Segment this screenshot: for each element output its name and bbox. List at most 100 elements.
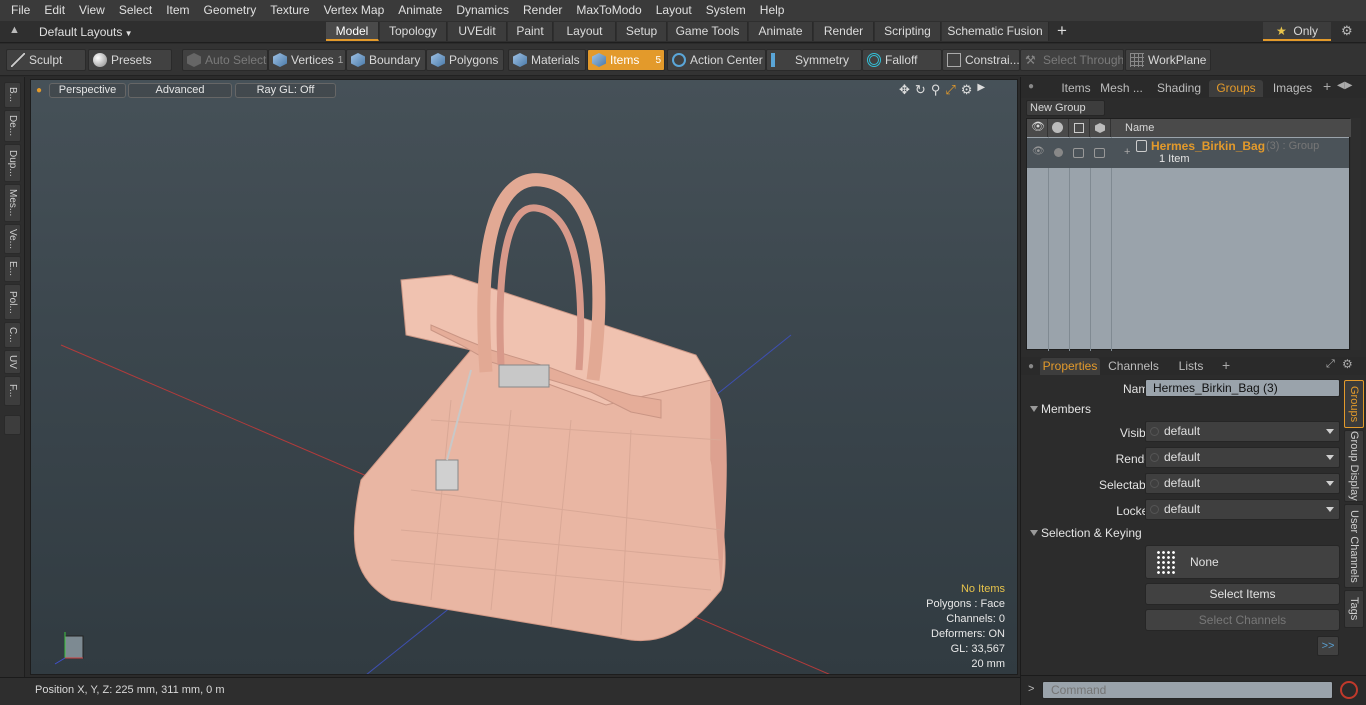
tab-setup[interactable]: Setup [617,22,667,41]
members-section[interactable]: Members [1027,401,1342,418]
group-row[interactable]: 👁 + Hermes_Birkin_Bag (3) : Group 1 Item [1027,138,1349,168]
menu-layout[interactable]: Layout [649,0,699,21]
bag-model[interactable] [353,173,727,642]
tab-shading[interactable]: Shading [1151,80,1207,97]
render-select[interactable]: default [1145,447,1340,468]
select-through-button[interactable]: ⚒ Select Through [1020,49,1124,71]
tab-game-tools[interactable]: Game Tools [668,22,748,41]
tab-images[interactable]: Images [1265,80,1320,97]
expand-icon[interactable]: + [1124,146,1130,158]
side-tab-user-channels[interactable]: User Channels [1344,504,1364,588]
tab-lists[interactable]: Lists [1166,358,1216,375]
row-eye-icon[interactable]: 👁 [1032,146,1045,157]
visible-select[interactable]: default [1145,421,1340,442]
tab-render[interactable]: Render [814,22,874,41]
command-input[interactable] [1042,681,1333,699]
col-visible[interactable]: 👁 [1027,119,1048,137]
menu-animate[interactable]: Animate [391,0,449,21]
rotate-view-icon[interactable]: ↻ [915,82,926,98]
presets-button[interactable]: Presets [88,49,172,71]
menu-help[interactable]: Help [753,0,792,21]
menu-vertex-map[interactable]: Vertex Map [317,0,392,21]
select-items-button[interactable]: Select Items [1145,583,1340,605]
side-tab-group-display[interactable]: Group Display [1344,430,1364,502]
materials-button[interactable]: Materials [508,49,586,71]
tab-properties[interactable]: Properties [1040,358,1100,375]
tab-uvedit[interactable]: UVEdit [448,22,507,41]
left-tab-basic[interactable]: B... [4,82,21,108]
menu-texture[interactable]: Texture [263,0,316,21]
workplane-button[interactable]: WorkPlane [1125,49,1211,71]
only-toggle[interactable]: ★ Only [1263,22,1331,41]
layout-up-icon[interactable]: ▲ [9,24,20,36]
row-select-icon[interactable] [1094,148,1105,158]
menu-select[interactable]: Select [112,0,159,21]
record-icon[interactable] [1340,681,1358,699]
symmetry-button[interactable]: Symmetry [766,49,862,71]
tab-channels[interactable]: Channels [1106,358,1161,375]
scene-svg[interactable] [31,80,1018,675]
new-group-button[interactable]: New Group [1026,100,1105,116]
polygons-button[interactable]: Polygons [426,49,504,71]
props-menu-icon[interactable]: ● [1028,361,1034,372]
fit-view-icon[interactable]: ⤢ [945,82,955,98]
row-render-icon[interactable] [1054,148,1063,157]
sculpt-button[interactable]: Sculpt [6,49,86,71]
zoom-view-icon[interactable]: ⚲ [931,82,941,98]
auto-select-button[interactable]: Auto Select [182,49,268,71]
tab-scripting[interactable]: Scripting [875,22,941,41]
col-lock[interactable] [1069,119,1090,137]
menu-geometry[interactable]: Geometry [197,0,264,21]
add-props-tab-icon[interactable]: + [1222,357,1230,373]
side-tab-tags[interactable]: Tags [1344,590,1364,628]
advanced-dropdown[interactable]: Advanced [128,83,232,98]
raygl-dropdown[interactable]: Ray GL: Off [235,83,336,98]
tab-mesh[interactable]: Mesh ... [1093,80,1150,97]
viewport-expand-icon[interactable]: ▶ [977,82,985,98]
none-keying-button[interactable]: None [1145,545,1340,579]
boundary-button[interactable]: Boundary [346,49,426,71]
col-render[interactable] [1048,119,1069,137]
left-tab-deform[interactable]: De... [4,110,21,142]
col-name[interactable]: Name [1111,119,1351,137]
more-button[interactable]: >> [1317,636,1339,656]
props-gear-icon[interactable]: ⚙ [1342,357,1353,371]
move-view-icon[interactable]: ✥ [899,82,910,98]
viewport-settings-icon[interactable]: ⚙ [961,82,973,98]
tab-schematic-fusion[interactable]: Schematic Fusion [942,22,1049,41]
tab-groups[interactable]: Groups [1209,80,1263,97]
menu-system[interactable]: System [699,0,753,21]
left-tab-extra[interactable] [4,415,21,435]
menu-edit[interactable]: Edit [37,0,72,21]
add-tab-icon[interactable]: + [1323,78,1331,94]
select-channels-button[interactable]: Select Channels [1145,609,1340,631]
side-tab-groups[interactable]: Groups [1344,380,1364,428]
left-tab-duplicate[interactable]: Dup... [4,144,21,182]
panel-scroll-icon[interactable]: ◀▶ [1337,80,1352,91]
left-tab-fusion[interactable]: F... [4,376,21,406]
constraints-button[interactable]: Constrai... [942,49,1020,71]
menu-render[interactable]: Render [516,0,569,21]
panel-menu-icon[interactable]: ● [1028,81,1034,92]
menu-file[interactable]: File [4,0,37,21]
tab-topology[interactable]: Topology [380,22,447,41]
gear-icon[interactable]: ⚙ [1341,23,1353,39]
tab-layout[interactable]: Layout [554,22,616,41]
groups-scrollbar[interactable] [1351,118,1361,350]
left-tab-vertex[interactable]: Ve... [4,224,21,254]
3d-viewport[interactable]: ● Perspective Advanced Ray GL: Off ✥ ↻ ⚲… [30,79,1018,675]
left-tab-uv[interactable]: UV [4,350,21,374]
locked-select[interactable]: default [1145,499,1340,520]
viewport-menu-icon[interactable]: ● [36,85,42,96]
col-select[interactable] [1090,119,1111,137]
perspective-dropdown[interactable]: Perspective [49,83,126,98]
left-tab-mesh-edit[interactable]: Mes... [4,184,21,222]
falloff-button[interactable]: Falloff [862,49,942,71]
menu-dynamics[interactable]: Dynamics [449,0,516,21]
groups-list[interactable]: 👁 Name 👁 + Hermes_Birkin_Bag (3) : Group… [1026,118,1351,351]
maximize-icon[interactable]: ⤢ [1326,358,1335,371]
tab-animate[interactable]: Animate [749,22,813,41]
name-field[interactable]: Hermes_Birkin_Bag (3) [1145,379,1340,397]
vertices-button[interactable]: Vertices 1 [268,49,346,71]
tab-paint[interactable]: Paint [508,22,553,41]
